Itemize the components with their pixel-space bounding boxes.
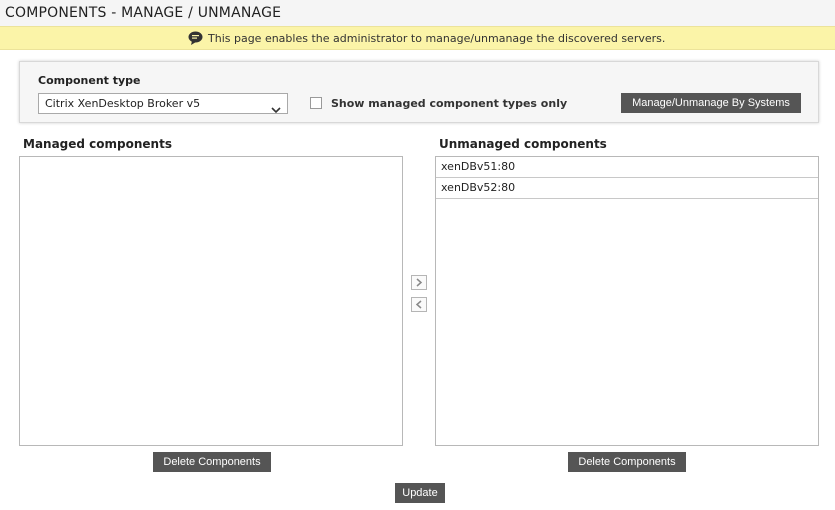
speech-bubble-icon	[188, 30, 203, 45]
page-title: COMPONENTS - MANAGE / UNMANAGE	[5, 5, 282, 21]
chevron-left-icon	[415, 300, 422, 309]
info-bar: This page enables the administrator to m…	[0, 26, 835, 50]
list-item[interactable]: xenDBv51:80	[436, 157, 818, 178]
list-item[interactable]: xenDBv52:80	[436, 178, 818, 199]
component-type-select[interactable]: Citrix XenDesktop Broker v5	[38, 93, 288, 114]
managed-components-title: Managed components	[23, 137, 172, 151]
component-type-value: Citrix XenDesktop Broker v5	[45, 97, 201, 110]
title-bar: COMPONENTS - MANAGE / UNMANAGE	[0, 0, 835, 26]
chevron-right-icon	[416, 278, 423, 287]
move-left-button[interactable]	[411, 297, 427, 312]
delete-managed-button[interactable]: Delete Components	[153, 452, 271, 472]
info-message: This page enables the administrator to m…	[208, 32, 666, 45]
move-right-button[interactable]	[411, 275, 427, 290]
delete-unmanaged-button[interactable]: Delete Components	[568, 452, 686, 472]
managed-components-list[interactable]	[19, 156, 403, 446]
unmanaged-components-list[interactable]: xenDBv51:80 xenDBv52:80	[435, 156, 819, 446]
show-managed-label[interactable]: Show managed component types only	[331, 97, 567, 110]
component-type-label: Component type	[38, 74, 141, 87]
show-managed-checkbox[interactable]	[310, 97, 322, 109]
filter-panel: Component type Citrix XenDesktop Broker …	[19, 61, 819, 123]
manage-by-systems-button[interactable]: Manage/Unmanage By Systems	[621, 93, 801, 113]
chevron-down-icon	[271, 99, 281, 114]
unmanaged-components-title: Unmanaged components	[439, 137, 607, 151]
update-button[interactable]: Update	[395, 483, 445, 503]
